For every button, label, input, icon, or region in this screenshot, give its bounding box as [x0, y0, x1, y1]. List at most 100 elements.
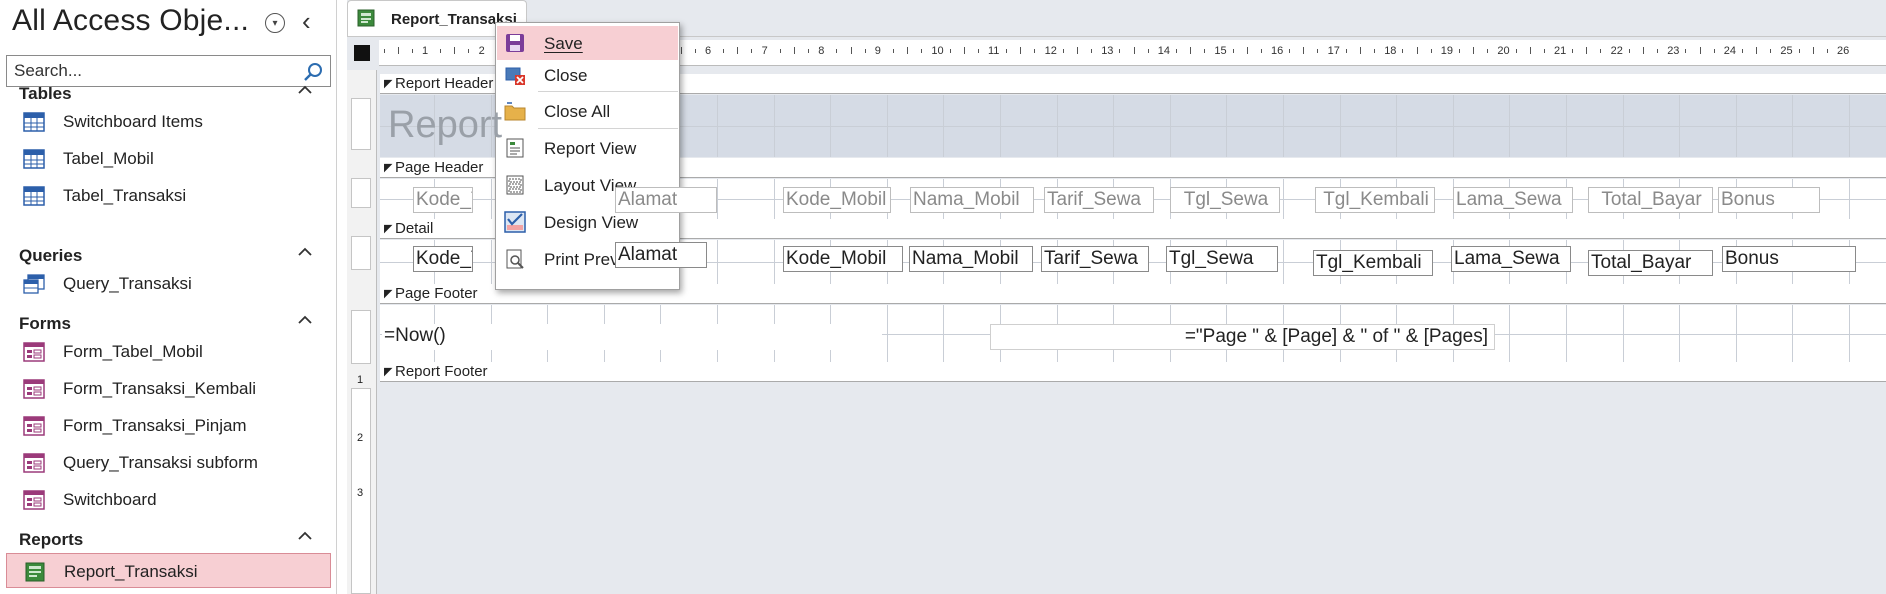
ruler-tick [1345, 49, 1347, 53]
ruler-tick [1798, 49, 1800, 53]
field-tgl-kembali[interactable]: Tgl_Kembali [1313, 250, 1433, 276]
ruler-number: 23 [1667, 45, 1680, 57]
grid-line [773, 95, 775, 157]
field-tgl-sewa[interactable]: Tgl_Sewa [1166, 246, 1278, 272]
grid-line [1283, 240, 1284, 284]
nav-pane-menu-icon[interactable]: ▾ [265, 13, 285, 33]
ruler-tick [1600, 49, 1602, 53]
close-all-folder-icon [504, 102, 526, 121]
ruler-tick [1204, 49, 1206, 53]
section-bar-report-footer[interactable]: ◤ Report Footer [380, 362, 1886, 382]
ruler-tick [921, 49, 923, 53]
field-kode-mobil[interactable]: Kode_Mobil [783, 246, 903, 272]
nav-item-label: Report_Transaksi [64, 562, 198, 581]
ruler-number: 11 [988, 45, 1000, 57]
label-total-bayar[interactable]: Total_Bayar [1588, 187, 1713, 213]
ruler-tick [892, 49, 894, 53]
nav-item-query-transaksi-subform[interactable]: Query_Transaksi subform [6, 445, 331, 480]
label-alamat[interactable]: Alamat [615, 187, 717, 213]
ruler-tick [1232, 49, 1234, 53]
field-tarif-sewa[interactable]: Tarif_Sewa [1041, 246, 1149, 272]
report-view-icon [506, 138, 524, 158]
nav-item-switchboard-items[interactable]: Switchboard Items [6, 104, 331, 139]
nav-item-form-transaksi-kembali[interactable]: Form_Transaksi_Kembali [6, 371, 331, 406]
ruler-tick [1572, 49, 1574, 53]
report-icon [357, 9, 375, 27]
group-header-reports[interactable]: Reports [0, 526, 335, 554]
chevron-up-icon[interactable] [297, 312, 313, 328]
collapse-pane-chevron-icon[interactable]: ‹ [302, 8, 324, 36]
menu-item-close-all[interactable]: Close All [497, 94, 678, 128]
grid-line [1622, 95, 1624, 157]
nav-item-form-tabel-mobil[interactable]: Form_Tabel_Mobil [6, 334, 331, 369]
field-lama-sewa[interactable]: Lama_Sewa [1451, 246, 1571, 272]
report-title-label[interactable]: Report [386, 103, 502, 149]
ruler-tick [454, 47, 456, 54]
label-tarif-sewa[interactable]: Tarif_Sewa [1044, 187, 1154, 213]
nav-item-label: Tabel_Transaksi [63, 186, 187, 205]
grid-line [1792, 305, 1794, 362]
grid-line [943, 305, 945, 362]
field-alamat[interactable]: Alamat [615, 242, 707, 268]
report-selector-box[interactable] [354, 45, 370, 61]
grid-line [1566, 305, 1567, 362]
navigation-pane: All Access Obje... ▾ ‹ Tables Switchboar… [0, 0, 337, 594]
ruler-number: 9 [874, 45, 881, 57]
ruler-tick [977, 49, 979, 53]
field-total-bayar[interactable]: Total_Bayar [1588, 250, 1713, 276]
ruler-tick [1062, 49, 1064, 53]
ruler-tick [1303, 47, 1305, 54]
section-label: Page Footer [395, 285, 478, 302]
label-kode-transaksi[interactable]: Kode_Tr [413, 187, 473, 213]
ruler-tick [1642, 47, 1644, 54]
section-marker-icon: ◤ [384, 288, 393, 300]
grid-line [943, 95, 945, 157]
nav-pane-title[interactable]: All Access Obje... [12, 4, 249, 38]
nav-item-switchboard[interactable]: Switchboard [6, 482, 331, 517]
form-icon [23, 379, 45, 399]
nav-item-label: Form_Transaksi_Kembali [63, 379, 257, 398]
page-number-expression-field[interactable]: ="Page " & [Page] & " of " & [Pages] [990, 324, 1495, 350]
nav-item-query-transaksi[interactable]: Query_Transaksi [6, 266, 331, 301]
ruler-tick [779, 49, 781, 53]
now-expression-field[interactable]: =Now() [382, 324, 882, 350]
ruler-number: 1 [357, 374, 364, 386]
chevron-up-icon[interactable] [297, 82, 313, 98]
label-lama-sewa[interactable]: Lama_Sewa [1453, 187, 1573, 213]
section-label: Detail [395, 220, 434, 237]
field-kode-transaksi[interactable]: Kode_Tra [413, 246, 473, 272]
ruler-tick [1685, 49, 1687, 53]
label-tgl-kembali[interactable]: Tgl_Kembali [1315, 187, 1435, 213]
chevron-up-icon[interactable] [297, 528, 313, 544]
page-footer-band[interactable]: =Now() ="Page " & [Page] & " of " & [Pag… [380, 305, 1886, 362]
vertical-ruler[interactable]: 1 2 3 [347, 70, 377, 594]
section-marker-icon: ◤ [384, 223, 393, 235]
label-nama-mobil[interactable]: Nama_Mobil [910, 187, 1034, 213]
menu-item-close[interactable]: Close [497, 58, 678, 92]
ruler-number: 10 [931, 45, 944, 57]
grid-line [490, 179, 492, 219]
chevron-up-icon[interactable] [297, 244, 313, 260]
nav-item-tabel-transaksi[interactable]: Tabel_Transaksi [6, 178, 331, 213]
field-nama-mobil[interactable]: Nama_Mobil [909, 246, 1033, 272]
nav-item-report-transaksi[interactable]: Report_Transaksi [6, 553, 331, 588]
label-bonus[interactable]: Bonus [1718, 187, 1820, 213]
ruler-number: 14 [1157, 45, 1171, 57]
ruler-tick [864, 49, 866, 53]
grid-line [1735, 95, 1737, 157]
ruler-tick [1741, 49, 1743, 53]
label-kode-mobil[interactable]: Kode_Mobil [783, 187, 891, 213]
nav-item-tabel-mobil[interactable]: Tabel_Mobil [6, 141, 331, 176]
layout-view-icon [506, 175, 524, 195]
ruler-tick [1317, 49, 1319, 53]
ruler-tick [1473, 47, 1475, 54]
label-tgl-sewa[interactable]: Tgl_Sewa [1170, 187, 1280, 213]
menu-item-report-view[interactable]: Report View [497, 131, 678, 165]
grid-line [1622, 305, 1624, 362]
field-bonus[interactable]: Bonus [1722, 246, 1856, 272]
ruler-segment [351, 310, 371, 364]
ruler-tick [1402, 49, 1404, 53]
form-icon [23, 490, 45, 510]
nav-item-form-transaksi-pinjam[interactable]: Form_Transaksi_Pinjam [6, 408, 331, 443]
menu-item-save[interactable]: Save [497, 26, 678, 60]
